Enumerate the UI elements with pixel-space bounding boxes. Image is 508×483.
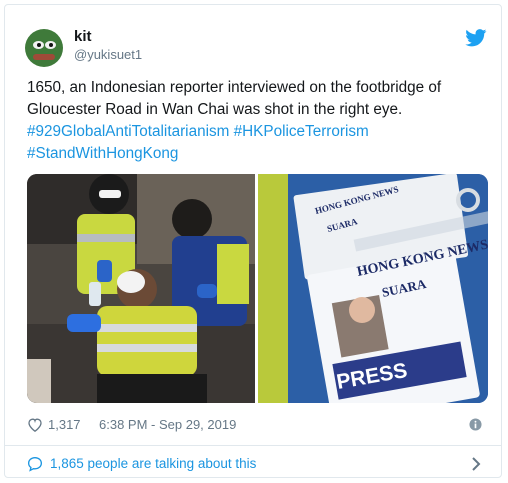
tweet-text-line: 1650, an Indonesian reporter interviewed…: [27, 79, 442, 96]
info-icon[interactable]: [469, 418, 482, 431]
avatar-mouth: [33, 54, 55, 60]
hashtag-link[interactable]: #StandWithHongKong: [27, 145, 178, 162]
tweet-text-line: Gloucester Road in Wan Chai was shot in …: [27, 101, 403, 118]
photo-press-card[interactable]: HONG KONG NEWS SUARA HONG KONG NEWS SUAR…: [258, 174, 488, 403]
hashtag-link[interactable]: #929GlobalAntiTotalitarianism: [27, 123, 229, 140]
avatar-eye-right: [45, 41, 56, 49]
tweet-timestamp[interactable]: 6:38 PM - Sep 29, 2019: [99, 415, 236, 435]
twitter-bird-icon[interactable]: [465, 29, 487, 47]
conversation-label[interactable]: 1,865 people are talking about this: [50, 453, 256, 475]
tweet-card: kit @yukisuet1 1650, an Indonesian repor…: [4, 4, 502, 478]
like-count[interactable]: 1,317: [48, 415, 81, 435]
media-grid: HONG KONG NEWS SUARA HONG KONG NEWS SUAR…: [27, 174, 488, 403]
author-name[interactable]: kit: [74, 28, 92, 45]
avatar[interactable]: [25, 29, 63, 67]
author-handle[interactable]: @yukisuet1: [74, 47, 142, 62]
avatar-eye-left: [33, 41, 44, 49]
chevron-right-icon[interactable]: [471, 457, 481, 471]
divider: [5, 445, 501, 446]
photo-injured-reporter[interactable]: [27, 174, 255, 403]
tweet-text: 1650, an Indonesian reporter interviewed…: [27, 77, 489, 165]
speech-bubble-icon: [27, 456, 43, 472]
heart-icon[interactable]: [27, 417, 43, 432]
hashtag-link[interactable]: #HKPoliceTerrorism: [234, 123, 369, 140]
